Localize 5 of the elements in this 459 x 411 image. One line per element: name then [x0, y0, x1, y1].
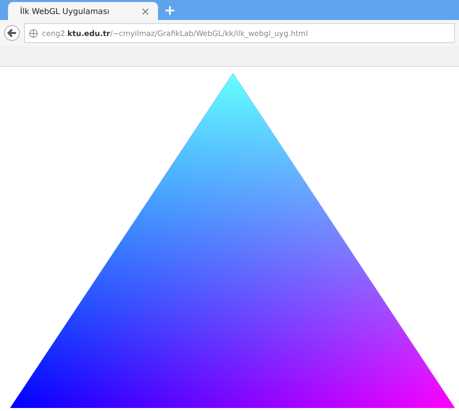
back-button[interactable] [4, 25, 20, 41]
close-tab-button[interactable]: × [140, 4, 150, 18]
tab-title: İlk WebGL Uygulaması [20, 6, 110, 16]
globe-icon [29, 28, 38, 38]
browser-tab[interactable]: İlk WebGL Uygulaması × [8, 2, 158, 20]
